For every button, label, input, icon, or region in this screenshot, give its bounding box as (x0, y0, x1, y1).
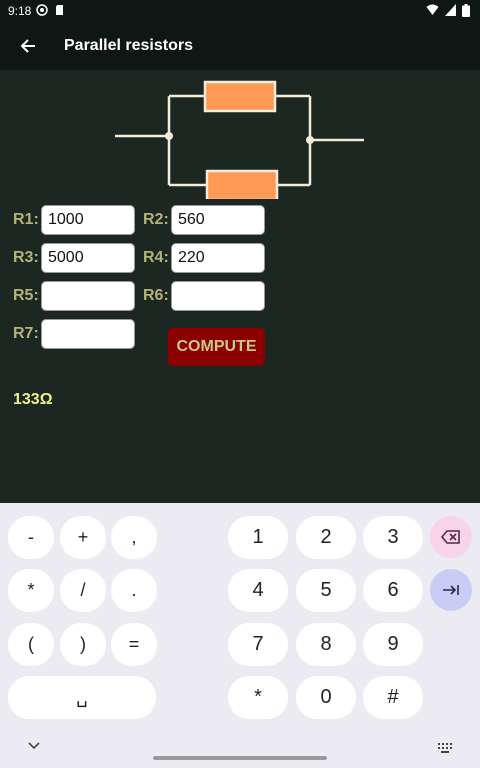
key-1[interactable]: 1 (228, 516, 288, 559)
notification-icon (36, 4, 48, 16)
next-field-key[interactable] (430, 569, 472, 611)
key-3[interactable]: 3 (363, 516, 423, 559)
key-9[interactable]: 9 (363, 623, 423, 666)
key-asterisk[interactable]: * (8, 569, 54, 612)
key-2[interactable]: 2 (296, 516, 356, 559)
key-minus[interactable]: - (8, 516, 54, 559)
r7-label: R7: (13, 325, 39, 342)
key-close-paren[interactable]: ) (60, 623, 106, 666)
key-5[interactable]: 5 (296, 569, 356, 612)
chevron-down-icon[interactable] (28, 742, 40, 750)
numeric-keyboard: - + , * / . ( ) = ␣ 1 2 3 4 5 6 7 8 9 * … (0, 503, 480, 768)
junction-left (165, 132, 173, 140)
r3-input[interactable] (41, 243, 135, 273)
resistor-top (203, 80, 277, 113)
main-content: R1: R2: R3: R4: R5: R6: R7: COMPUTE 133Ω (0, 70, 480, 503)
r1-label: R1: (13, 211, 39, 228)
page-title: Parallel resistors (64, 37, 193, 54)
r4-label: R4: (143, 249, 169, 266)
key-7[interactable]: 7 (228, 623, 288, 666)
tab-arrow-icon (443, 585, 459, 595)
key-star[interactable]: * (228, 676, 288, 719)
r5-input[interactable] (41, 281, 135, 311)
r6-input[interactable] (171, 281, 265, 311)
r6-label: R6: (143, 287, 169, 304)
parallel-circuit-diagram (115, 80, 364, 199)
status-bar: 9:18 (0, 0, 480, 22)
r7-input[interactable] (41, 319, 135, 349)
backspace-icon (441, 530, 460, 544)
wifi-icon (426, 4, 439, 15)
resistor-bottom (205, 169, 279, 199)
home-indicator[interactable] (153, 756, 327, 760)
r4-input[interactable] (171, 243, 265, 273)
key-0[interactable]: 0 (296, 676, 356, 719)
backspace-key[interactable] (430, 516, 472, 558)
junction-right (306, 136, 314, 144)
space-key[interactable]: ␣ (8, 676, 156, 719)
r2-input[interactable] (171, 205, 265, 235)
back-button[interactable] (14, 34, 42, 58)
key-plus[interactable]: + (60, 516, 106, 559)
r2-label: R2: (143, 211, 169, 228)
key-hash[interactable]: # (363, 676, 423, 719)
key-open-paren[interactable]: ( (8, 623, 54, 666)
compute-button[interactable]: COMPUTE (168, 328, 265, 366)
key-period[interactable]: . (111, 569, 157, 612)
key-equals[interactable]: = (111, 623, 157, 666)
keyboard-switch-icon[interactable] (438, 743, 452, 753)
r5-label: R5: (13, 287, 39, 304)
r1-input[interactable] (41, 205, 135, 235)
r3-label: R3: (13, 249, 39, 266)
back-arrow-icon (20, 39, 35, 53)
result-value: 133Ω (13, 391, 53, 408)
battery-icon (462, 4, 470, 17)
signal-icon (445, 4, 456, 16)
status-time: 9:18 (8, 4, 32, 18)
app-bar: Parallel resistors (0, 22, 480, 70)
key-slash[interactable]: / (60, 569, 106, 612)
key-comma[interactable]: , (111, 516, 157, 559)
key-8[interactable]: 8 (296, 623, 356, 666)
key-4[interactable]: 4 (228, 569, 288, 612)
sd-card-icon (56, 5, 63, 15)
key-6[interactable]: 6 (363, 569, 423, 612)
